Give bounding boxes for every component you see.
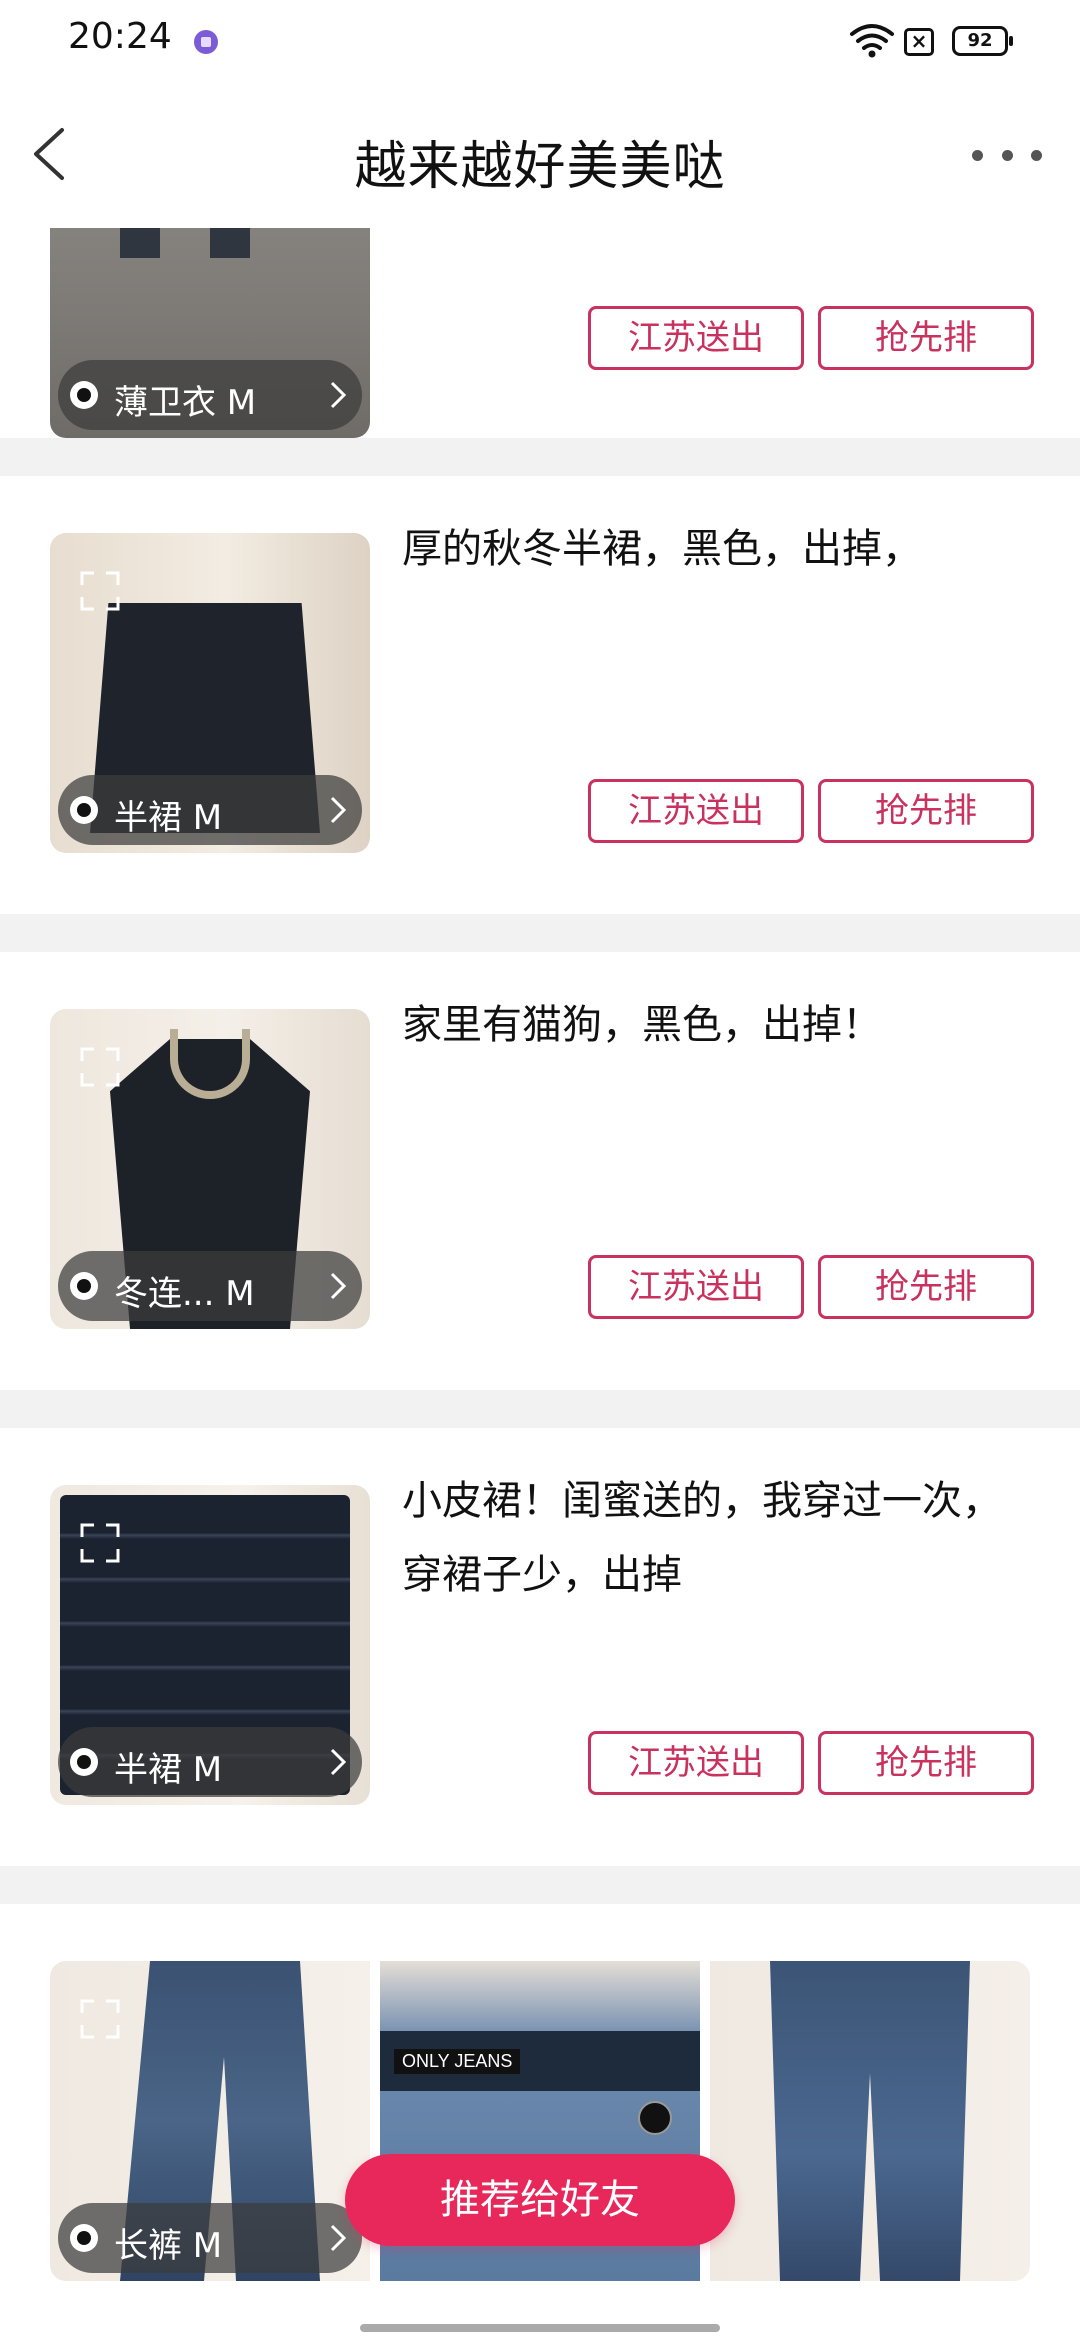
list-item[interactable]: 冬连... M 家里有猫狗，黑色，出掉！ 江苏送出 抢先排 [0, 952, 1080, 1390]
chevron-right-icon [330, 1748, 347, 1776]
claim-button[interactable]: 抢先排 [818, 779, 1034, 843]
item-list[interactable]: 薄卫衣 M 江苏送出 抢先排 半裙 M 厚的秋冬半裙，黑色，出掉， 江苏送出 抢… [0, 228, 1080, 2340]
recommend-to-friend-button[interactable]: 推荐给好友 [345, 2154, 735, 2246]
shipping-button[interactable]: 江苏送出 [588, 779, 804, 843]
battery-icon: 92 [952, 26, 1013, 56]
item-tag[interactable]: 半裙 M [58, 1727, 362, 1797]
shipping-button[interactable]: 江苏送出 [588, 306, 804, 370]
sim-icon: × [904, 28, 934, 56]
chevron-right-icon [330, 2224, 347, 2252]
claim-button[interactable]: 抢先排 [818, 306, 1034, 370]
shipping-button[interactable]: 江苏送出 [588, 1255, 804, 1319]
brand-label: ONLY JEANS [394, 2049, 521, 2074]
expand-icon[interactable] [78, 1997, 122, 2041]
chevron-right-icon [330, 1272, 347, 1300]
item-thumbnail[interactable]: 薄卫衣 M [50, 228, 370, 438]
item-thumbnail[interactable]: 长裤 M [50, 1961, 370, 2281]
status-bar: 20:24 × 92 [0, 0, 1080, 80]
section-divider [0, 1390, 1080, 1428]
claim-button[interactable]: 抢先排 [818, 1255, 1034, 1319]
item-tag-label: 半裙 M [114, 798, 223, 838]
item-thumbnail[interactable]: 半裙 M [50, 1485, 370, 1805]
app-notification-icon [194, 30, 218, 54]
item-tag[interactable]: 长裤 M [58, 2203, 362, 2273]
list-item[interactable]: 半裙 M 小皮裙！闺蜜送的，我穿过一次，穿裙子少，出掉 江苏送出 抢先排 [0, 1428, 1080, 1866]
claim-button[interactable]: 抢先排 [818, 1731, 1034, 1795]
page-title: 越来越好美美哒 [354, 137, 726, 197]
item-tag-label: 半裙 M [114, 1750, 223, 1790]
list-item[interactable]: 长裤 M ONLY JEANS [0, 1904, 1080, 2340]
top-nav-bar: 越来越好美美哒 [0, 100, 1080, 210]
item-description: 小皮裙！闺蜜送的，我穿过一次，穿裙子少，出掉 [402, 1478, 1002, 1598]
item-thumbnail[interactable]: 半裙 M [50, 533, 370, 853]
item-description: 厚的秋冬半裙，黑色，出掉， [402, 526, 922, 572]
item-description: 家里有猫狗，黑色，出掉！ [402, 1002, 882, 1048]
shipping-button[interactable]: 江苏送出 [588, 1731, 804, 1795]
wifi-icon [850, 24, 894, 58]
more-icon[interactable] [972, 140, 1042, 170]
section-divider [0, 1866, 1080, 1904]
list-item[interactable]: 薄卫衣 M 江苏送出 抢先排 [0, 228, 1080, 438]
item-tag[interactable]: 薄卫衣 M [58, 360, 362, 430]
chevron-right-icon [330, 796, 347, 824]
item-photo[interactable] [710, 1961, 1030, 2281]
item-tag[interactable]: 半裙 M [58, 775, 362, 845]
expand-icon[interactable] [78, 1521, 122, 1565]
item-tag-label: 长裤 M [114, 2226, 223, 2266]
item-tag-label: 薄卫衣 M [114, 383, 257, 423]
section-divider [0, 914, 1080, 952]
expand-icon[interactable] [78, 1045, 122, 1089]
section-divider [0, 438, 1080, 476]
list-item[interactable]: 半裙 M 厚的秋冬半裙，黑色，出掉， 江苏送出 抢先排 [0, 476, 1080, 914]
home-indicator[interactable] [360, 2324, 720, 2332]
item-tag-label: 冬连... M [114, 1274, 255, 1314]
item-thumbnail[interactable]: 冬连... M [50, 1009, 370, 1329]
expand-icon[interactable] [78, 569, 122, 613]
item-tag[interactable]: 冬连... M [58, 1251, 362, 1321]
chevron-right-icon [330, 381, 347, 409]
status-time: 20:24 [68, 16, 172, 57]
